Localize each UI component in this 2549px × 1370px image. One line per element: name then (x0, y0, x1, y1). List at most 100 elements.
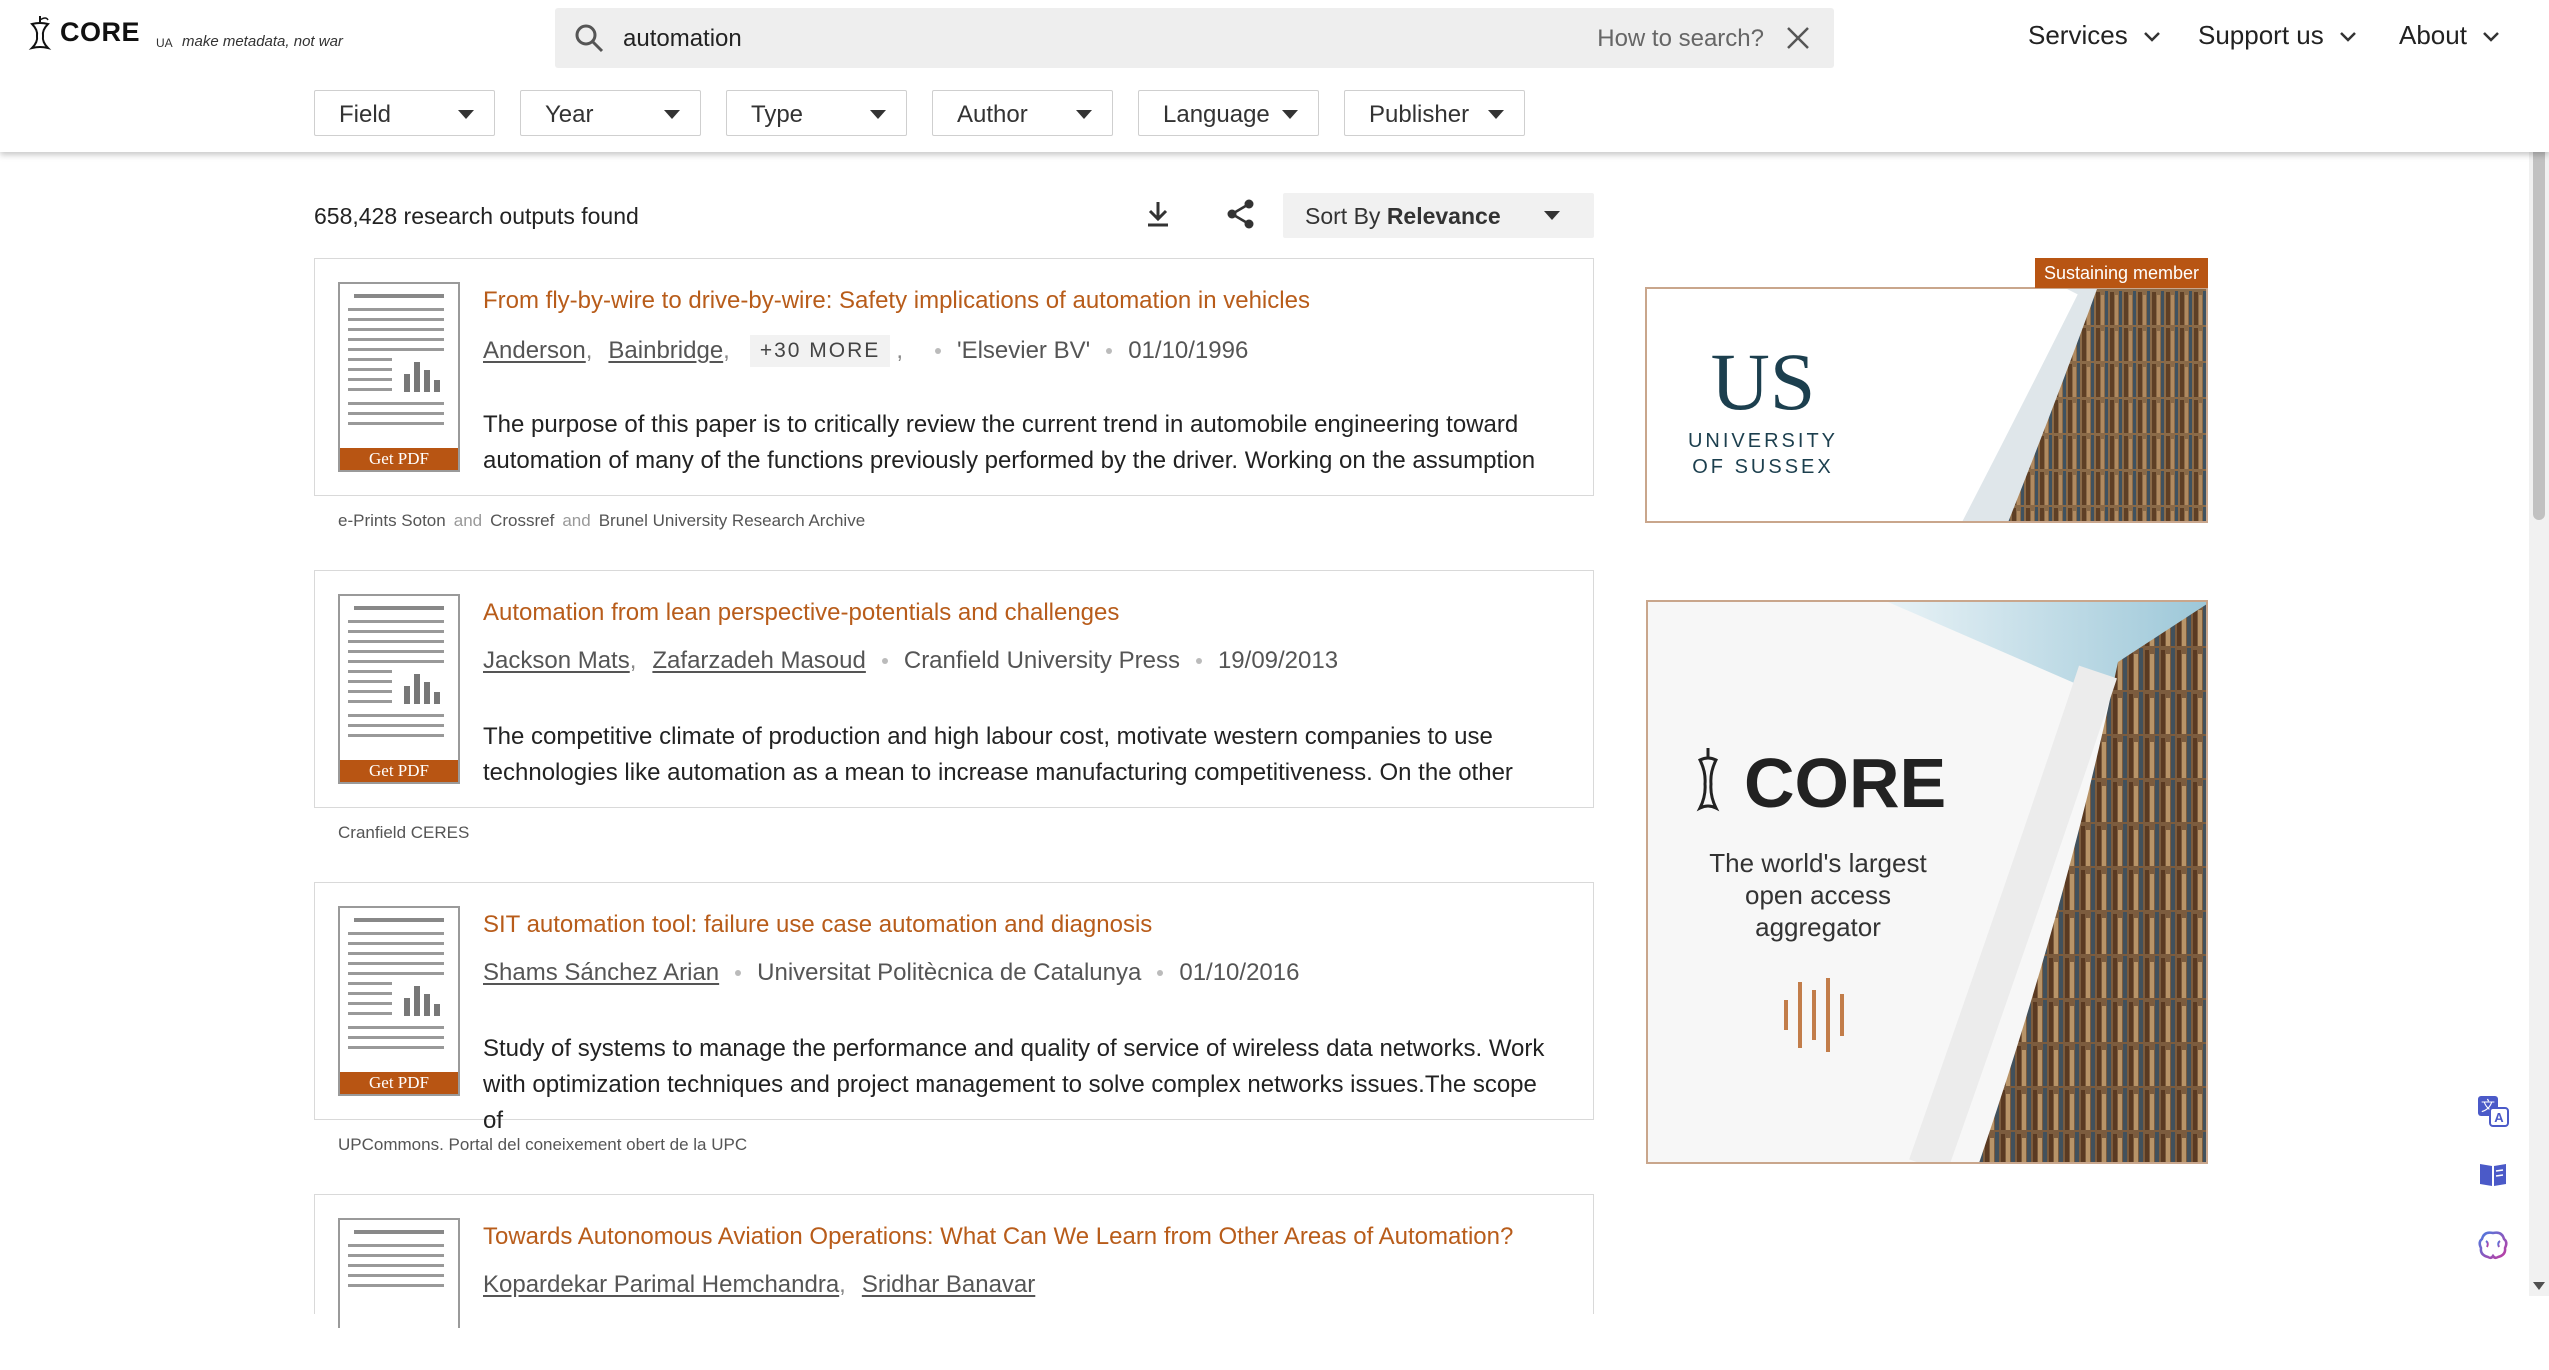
author-link[interactable]: Jackson Mats (483, 647, 630, 675)
core-banner-line-1: The world's largest (1709, 848, 1927, 878)
nav-about-label: About (2399, 20, 2467, 50)
publication-date: 19/09/2013 (1217, 647, 1339, 674)
core-logo[interactable]: CORE (26, 14, 140, 50)
caret-down-icon (458, 110, 474, 119)
download-icon[interactable] (1142, 198, 1174, 230)
get-pdf-button[interactable]: Get PDF (340, 760, 458, 782)
result-title[interactable]: From fly-by-wire to drive-by-wire: Safet… (483, 287, 1310, 315)
caret-down-icon (1544, 211, 1560, 220)
page-scrollbar[interactable] (2529, 0, 2549, 1296)
core-aggregator-banner[interactable]: CORE The world's largest open access agg… (1646, 600, 2208, 1164)
language-code[interactable]: UA (156, 36, 173, 50)
caret-down-icon (1488, 110, 1504, 119)
more-authors-button[interactable]: +30 MORE (749, 335, 891, 367)
sussex-line-2: OF SUSSEX (1692, 456, 1833, 478)
university-of-sussex-banner[interactable]: US UNIVERSITY OF SUSSEX (1645, 287, 2208, 523)
caret-down-icon (1076, 110, 1092, 119)
reader-icon[interactable] (2476, 1157, 2510, 1191)
result-meta: Anderson, Bainbridge, +30 MORE, 'Elsevie… (483, 335, 1248, 367)
separator-comma: , (585, 337, 593, 364)
core-banner-line-2: open access (1745, 880, 1891, 910)
publisher: 'Elsevier BV' (956, 337, 1091, 364)
pdf-thumbnail[interactable] (338, 1218, 460, 1328)
source-link[interactable]: Cranfield CERES (338, 823, 469, 842)
core-banner-line-3: aggregator (1755, 912, 1881, 942)
chevron-down-icon (2483, 31, 2499, 42)
author-link[interactable]: Kopardekar Parimal Hemchandra (483, 1271, 839, 1299)
nav-support-us-label: Support us (2198, 20, 2324, 50)
result-abstract: The purpose of this paper is to critical… (483, 411, 1536, 474)
caret-down-icon (664, 110, 680, 119)
brain-icon[interactable] (2476, 1228, 2510, 1262)
share-icon[interactable] (1225, 198, 1257, 230)
apple-core-icon (28, 16, 52, 50)
separator-dot (881, 658, 888, 664)
filter-author[interactable]: Author (932, 90, 1113, 136)
separator-comma: , (723, 337, 730, 364)
scroll-down-arrow[interactable] (2533, 1282, 2545, 1290)
filter-type[interactable]: Type (726, 90, 907, 136)
result-meta: Jackson Mats, Zafarzadeh Masoud Cranfiel… (483, 647, 1338, 675)
author-link[interactable]: Shams Sánchez Arian (483, 959, 719, 987)
sussex-line-1: UNIVERSITY (1688, 430, 1838, 452)
filter-label: Field (339, 101, 392, 128)
nav-services-label: Services (2028, 20, 2128, 50)
result-sources: e-Prints Soton and Crossref and Brunel Unive… (338, 511, 865, 531)
document-icon (348, 606, 444, 737)
search-input[interactable]: automation (623, 25, 742, 53)
result-title[interactable]: Towards Autonomous Aviation Operations: … (483, 1223, 1513, 1251)
search-icon[interactable] (573, 22, 605, 54)
filter-label: Publisher (1369, 101, 1470, 128)
get-pdf-button[interactable]: Get PDF (340, 1072, 458, 1094)
filter-label: Language (1163, 101, 1270, 128)
author-link[interactable]: Bainbridge (608, 337, 723, 365)
nav-support-us[interactable]: Support us (2198, 20, 2358, 51)
caret-down-icon (1282, 110, 1298, 119)
source-link[interactable]: UPCommons. Portal del coneixement obert … (338, 1135, 747, 1154)
publication-date: 01/10/2016 (1179, 959, 1300, 986)
filter-field[interactable]: Field (314, 90, 495, 136)
translate-icon[interactable]: 文 A (2476, 1094, 2510, 1128)
chevron-down-icon (2143, 31, 2160, 42)
close-icon[interactable] (1784, 24, 1812, 52)
separator-dot (934, 348, 941, 354)
results-count: 658,428 research outputs found (314, 203, 639, 229)
source-link[interactable]: e-Prints Soton (338, 511, 446, 530)
sort-value: Relevance (1386, 203, 1501, 229)
result-card: Get PDF From fly-by-wire to drive-by-wir… (314, 258, 1594, 496)
result-abstract: Study of systems to manage the performan… (483, 1035, 1545, 1134)
svg-text:A: A (2494, 1110, 2504, 1125)
separator-comma: , (839, 1271, 846, 1298)
author-link[interactable]: Zafarzadeh Masoud (652, 647, 865, 675)
filter-label: Author (957, 101, 1028, 128)
document-icon (348, 918, 444, 1049)
filter-year[interactable]: Year (520, 90, 701, 136)
header: CORE UA make metadata, not war automatio… (0, 0, 2549, 152)
source-link[interactable]: Brunel University Research Archive (599, 511, 865, 530)
result-sources: UPCommons. Portal del coneixement obert … (338, 1135, 747, 1155)
pdf-thumbnail[interactable]: Get PDF (338, 906, 460, 1096)
filter-bar: Field Year Type Author Language Publishe… (314, 90, 1550, 136)
separator-dot (1106, 348, 1113, 354)
nav-about[interactable]: About (2399, 20, 2501, 51)
core-banner-logo: CORE (1744, 744, 1946, 822)
result-title[interactable]: SIT automation tool: failure use case au… (483, 911, 1152, 939)
pdf-thumbnail[interactable]: Get PDF (338, 594, 460, 784)
sort-dropdown[interactable]: Sort By Relevance (1283, 193, 1594, 238)
separator-dot (735, 970, 742, 976)
separator-comma: , (629, 647, 637, 674)
pdf-thumbnail[interactable]: Get PDF (338, 282, 460, 472)
caret-down-icon (870, 110, 886, 119)
search-bar[interactable]: automation How to search? (555, 8, 1834, 68)
author-link[interactable]: Sridhar Banavar (862, 1271, 1035, 1299)
nav-services[interactable]: Services (2028, 20, 2162, 51)
get-pdf-button[interactable]: Get PDF (340, 448, 458, 470)
result-title[interactable]: Automation from lean perspective-potenti… (483, 599, 1119, 627)
filter-publisher[interactable]: Publisher (1344, 90, 1525, 136)
author-link[interactable]: Anderson (483, 337, 586, 365)
how-to-search-link[interactable]: How to search? (1597, 25, 1764, 53)
sort-label: Sort By Relevance (1305, 203, 1501, 230)
separator-dot (1195, 658, 1202, 664)
filter-language[interactable]: Language (1138, 90, 1319, 136)
source-link[interactable]: Crossref (490, 511, 554, 530)
